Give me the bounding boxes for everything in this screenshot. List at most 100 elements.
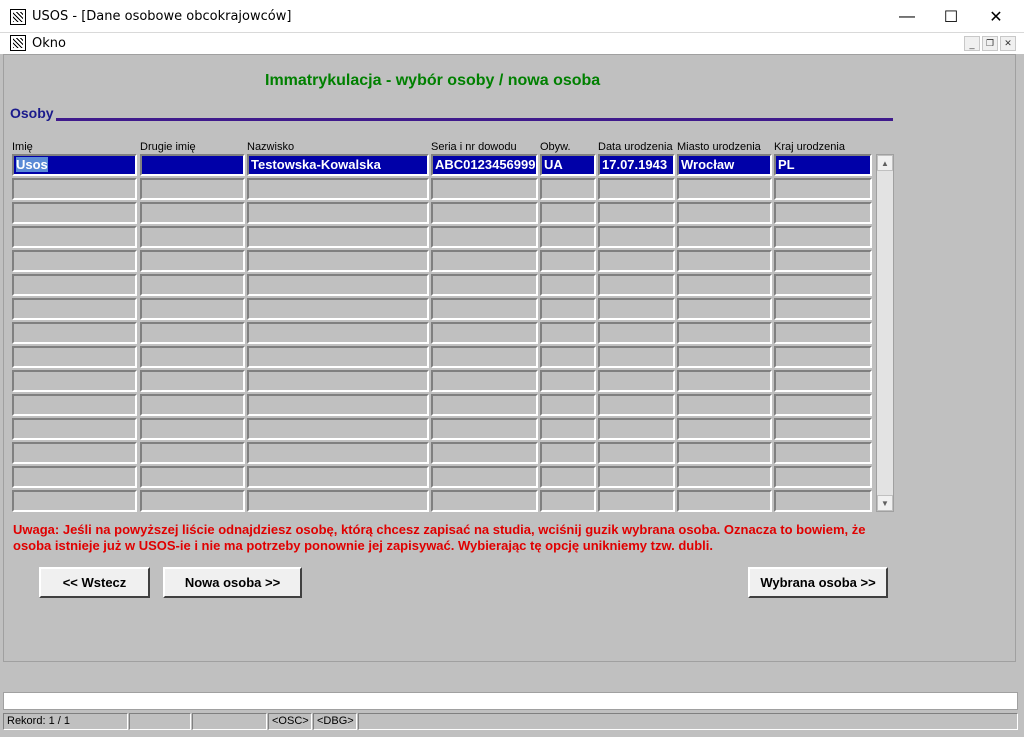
table-cell-birth-city[interactable] — [677, 250, 772, 272]
table-cell-citizenship[interactable] — [540, 274, 596, 296]
table-cell-birth-country[interactable] — [774, 418, 872, 440]
table-cell-first-name[interactable] — [12, 274, 137, 296]
window-menu-icon[interactable] — [10, 35, 26, 51]
table-cell-id-number[interactable] — [431, 466, 538, 488]
table-cell-first-name[interactable] — [12, 490, 137, 512]
table-cell-middle-name[interactable] — [140, 346, 245, 368]
back-button[interactable]: << Wstecz — [39, 567, 150, 598]
table-cell-birth-city[interactable] — [677, 322, 772, 344]
table-cell-last-name[interactable] — [247, 442, 429, 464]
table-cell-birth-city[interactable] — [677, 490, 772, 512]
table-cell-birth-country[interactable] — [774, 274, 872, 296]
table-cell-birth-date[interactable] — [598, 394, 675, 416]
table-cell-middle-name[interactable] — [140, 418, 245, 440]
table-cell-last-name[interactable]: Testowska-Kowalska — [247, 154, 429, 176]
table-cell-birth-date[interactable] — [598, 370, 675, 392]
table-cell-first-name[interactable] — [12, 322, 137, 344]
table-cell-last-name[interactable] — [247, 370, 429, 392]
table-cell-birth-date[interactable] — [598, 202, 675, 224]
menu-item-okno[interactable]: Okno — [32, 36, 66, 51]
table-cell-birth-country[interactable] — [774, 394, 872, 416]
table-cell-middle-name[interactable] — [140, 490, 245, 512]
table-cell-birth-city[interactable] — [677, 394, 772, 416]
table-cell-id-number[interactable] — [431, 274, 538, 296]
table-cell-birth-country[interactable] — [774, 226, 872, 248]
maximize-button[interactable]: ☐ — [928, 0, 974, 33]
table-cell-birth-city[interactable] — [677, 274, 772, 296]
table-cell-last-name[interactable] — [247, 178, 429, 200]
table-cell-birth-date[interactable] — [598, 466, 675, 488]
table-cell-middle-name[interactable] — [140, 202, 245, 224]
table-cell-last-name[interactable] — [247, 490, 429, 512]
table-cell-citizenship[interactable] — [540, 370, 596, 392]
table-cell-birth-city[interactable] — [677, 202, 772, 224]
table-cell-middle-name[interactable] — [140, 154, 245, 176]
table-cell-middle-name[interactable] — [140, 298, 245, 320]
table-cell-id-number[interactable] — [431, 250, 538, 272]
table-cell-id-number[interactable] — [431, 418, 538, 440]
table-cell-birth-country[interactable]: PL — [774, 154, 872, 176]
table-cell-citizenship[interactable] — [540, 202, 596, 224]
close-button[interactable]: ✕ — [973, 0, 1019, 33]
table-cell-birth-city[interactable] — [677, 178, 772, 200]
table-cell-id-number[interactable] — [431, 178, 538, 200]
table-cell-first-name[interactable] — [12, 298, 137, 320]
table-cell-birth-date[interactable] — [598, 226, 675, 248]
table-cell-first-name[interactable] — [12, 466, 137, 488]
table-cell-birth-date[interactable] — [598, 322, 675, 344]
table-cell-birth-date[interactable] — [598, 274, 675, 296]
selected-person-button[interactable]: Wybrana osoba >> — [748, 567, 888, 598]
table-cell-first-name[interactable] — [12, 442, 137, 464]
table-cell-middle-name[interactable] — [140, 274, 245, 296]
table-cell-last-name[interactable] — [247, 346, 429, 368]
table-cell-birth-date[interactable] — [598, 442, 675, 464]
table-cell-citizenship[interactable] — [540, 226, 596, 248]
table-cell-birth-date[interactable] — [598, 346, 675, 368]
table-cell-birth-country[interactable] — [774, 178, 872, 200]
minimize-button[interactable]: — — [884, 0, 930, 33]
table-cell-first-name[interactable] — [12, 418, 137, 440]
table-cell-birth-city[interactable] — [677, 370, 772, 392]
table-cell-id-number[interactable] — [431, 490, 538, 512]
table-cell-middle-name[interactable] — [140, 322, 245, 344]
table-cell-citizenship[interactable] — [540, 250, 596, 272]
table-cell-first-name[interactable] — [12, 202, 137, 224]
table-cell-last-name[interactable] — [247, 202, 429, 224]
table-cell-birth-country[interactable] — [774, 250, 872, 272]
table-cell-first-name[interactable] — [12, 370, 137, 392]
table-cell-birth-city[interactable] — [677, 226, 772, 248]
table-cell-first-name[interactable]: Usos — [12, 154, 137, 176]
table-cell-first-name[interactable] — [12, 178, 137, 200]
table-cell-citizenship[interactable] — [540, 490, 596, 512]
table-cell-middle-name[interactable] — [140, 178, 245, 200]
table-cell-birth-date[interactable] — [598, 418, 675, 440]
table-cell-birth-date[interactable] — [598, 298, 675, 320]
table-cell-id-number[interactable] — [431, 298, 538, 320]
table-cell-citizenship[interactable] — [540, 346, 596, 368]
table-cell-last-name[interactable] — [247, 298, 429, 320]
table-cell-citizenship[interactable] — [540, 322, 596, 344]
table-cell-citizenship[interactable]: UA — [540, 154, 596, 176]
table-cell-last-name[interactable] — [247, 466, 429, 488]
table-cell-id-number[interactable] — [431, 370, 538, 392]
table-cell-birth-country[interactable] — [774, 346, 872, 368]
table-cell-citizenship[interactable] — [540, 418, 596, 440]
mdi-close-button[interactable]: ✕ — [1000, 36, 1016, 51]
mdi-minimize-button[interactable]: _ — [964, 36, 980, 51]
scroll-down-icon[interactable]: ▼ — [877, 495, 893, 511]
table-cell-id-number[interactable] — [431, 442, 538, 464]
table-cell-birth-city[interactable] — [677, 418, 772, 440]
table-cell-last-name[interactable] — [247, 394, 429, 416]
new-person-button[interactable]: Nowa osoba >> — [163, 567, 302, 598]
table-cell-birth-country[interactable] — [774, 442, 872, 464]
table-cell-id-number[interactable] — [431, 322, 538, 344]
table-cell-birth-city[interactable] — [677, 346, 772, 368]
table-cell-birth-city[interactable]: Wrocław — [677, 154, 772, 176]
table-cell-birth-country[interactable] — [774, 370, 872, 392]
table-cell-citizenship[interactable] — [540, 442, 596, 464]
table-cell-citizenship[interactable] — [540, 394, 596, 416]
table-cell-last-name[interactable] — [247, 418, 429, 440]
table-cell-last-name[interactable] — [247, 274, 429, 296]
table-cell-birth-date[interactable]: 17.07.1943 — [598, 154, 675, 176]
table-cell-birth-city[interactable] — [677, 442, 772, 464]
